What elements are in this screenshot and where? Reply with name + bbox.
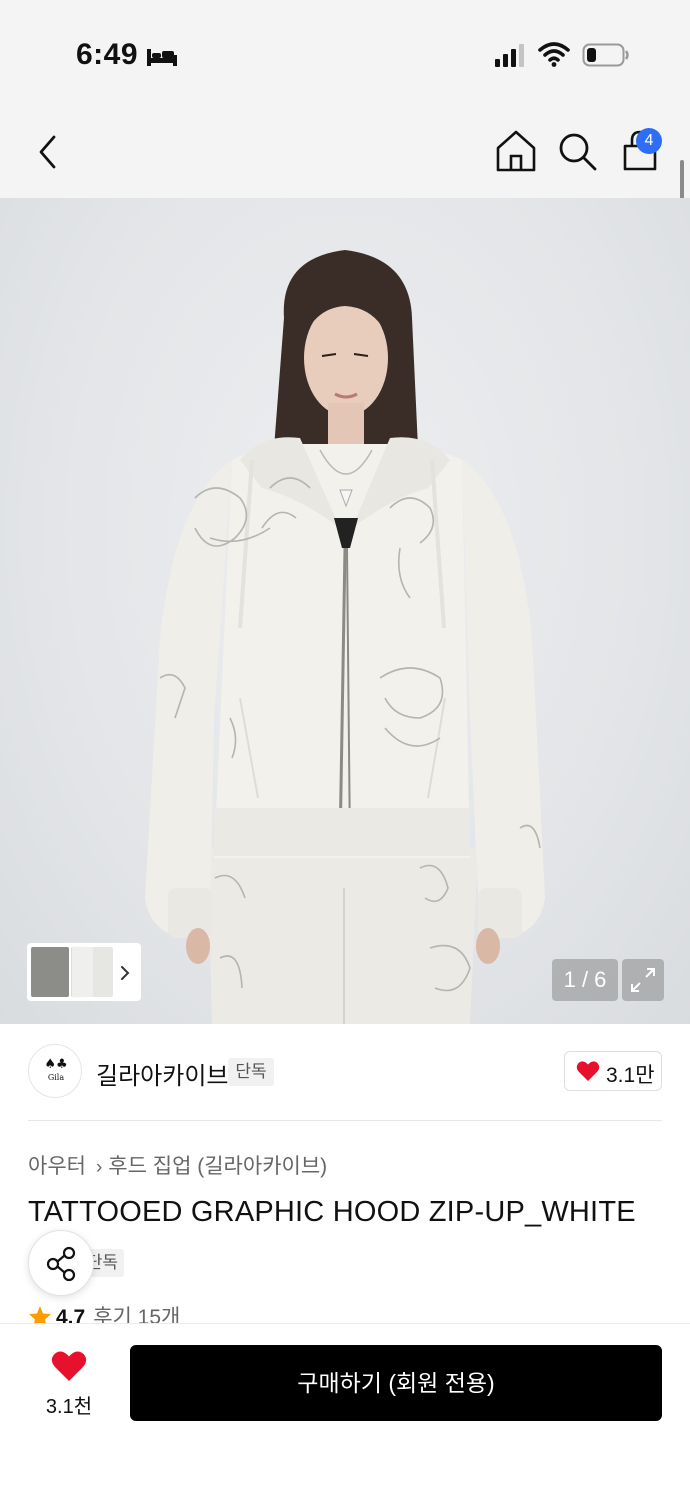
brand-like-count: 3.1만 xyxy=(606,1064,655,1087)
home-icon[interactable] xyxy=(494,128,538,174)
wifi-icon xyxy=(538,42,570,67)
expand-icon[interactable] xyxy=(622,959,664,1001)
status-time: 6:49 xyxy=(76,38,139,71)
product-title: TATTOOED GRAPHIC HOOD ZIP-UP_WHITE xyxy=(28,1196,636,1228)
breadcrumb-subcategory[interactable]: 후드 집업 (길라아카이브) xyxy=(108,1155,327,1178)
brand-exclusive-badge: 단독 xyxy=(228,1058,274,1086)
breadcrumb: 아우터 › 후드 집업 (길라아카이브) xyxy=(28,1150,327,1180)
brand-logo-text: Gila xyxy=(47,1073,65,1082)
section-divider xyxy=(28,1120,662,1121)
back-arrow-icon[interactable] xyxy=(30,128,70,176)
chevron-right-icon: › xyxy=(95,1157,103,1178)
chevron-right-icon[interactable] xyxy=(118,964,132,982)
thumbnail-image[interactable] xyxy=(93,947,113,997)
heart-icon xyxy=(576,1061,600,1081)
buy-button[interactable]: 구매하기 (회원 전용) xyxy=(130,1345,662,1421)
product-like-count: 3.1천 xyxy=(45,1396,93,1418)
brand-logo-mark: ♠♣ xyxy=(44,1057,68,1072)
product-photo xyxy=(145,250,545,1024)
heart-icon xyxy=(51,1351,87,1381)
search-icon[interactable] xyxy=(556,130,598,172)
brand-name[interactable]: 길라아카이브 xyxy=(96,1056,228,1091)
battery-icon xyxy=(582,43,629,67)
product-image-gallery[interactable] xyxy=(0,198,690,1024)
cart-count-badge: 4 xyxy=(636,128,662,154)
cellular-signal-icon xyxy=(495,44,524,67)
sleep-focus-icon xyxy=(147,49,177,66)
thumbnail-image[interactable] xyxy=(31,947,69,997)
brand-logo[interactable]: ♠♣ Gila xyxy=(28,1044,82,1098)
breadcrumb-category[interactable]: 아우터 xyxy=(28,1155,86,1178)
share-button[interactable] xyxy=(28,1230,94,1296)
image-page-counter: 1 / 6 xyxy=(552,959,618,1001)
share-icon xyxy=(46,1246,76,1282)
